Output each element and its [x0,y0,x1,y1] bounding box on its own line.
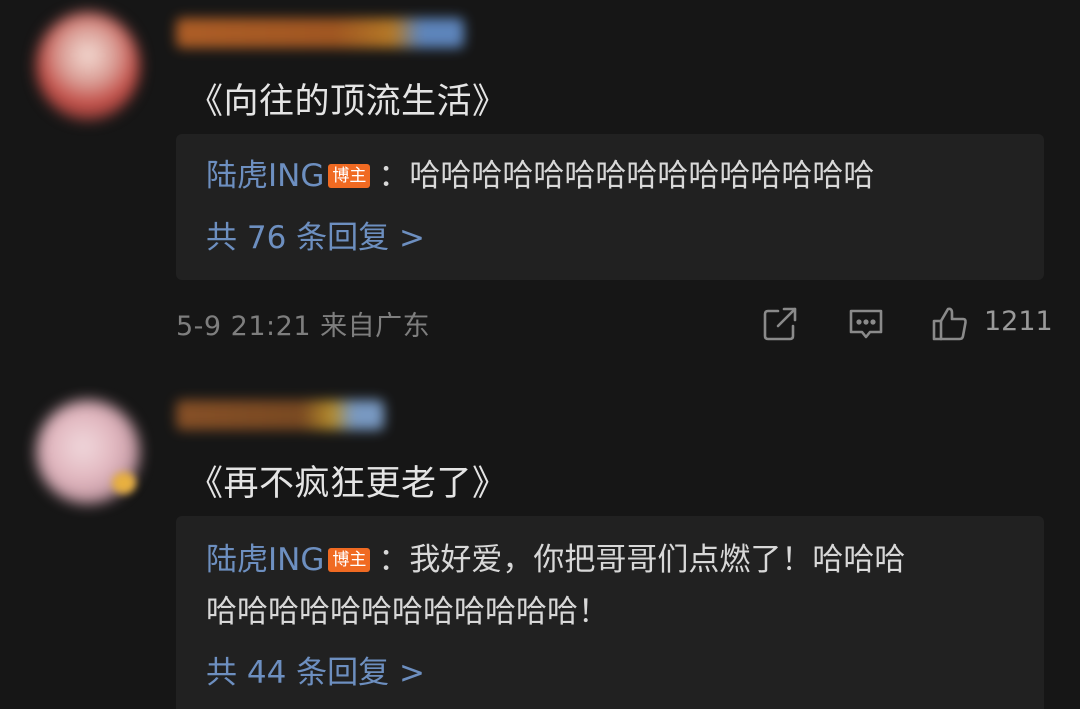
reply-text: ：哈哈哈哈哈哈哈哈哈哈哈哈哈哈哈 [378,158,875,194]
like-count: 1211 [984,306,1053,337]
reply-line: 哈哈哈哈哈哈哈哈哈哈哈哈！ [206,594,609,630]
reply-count-link[interactable]: 共 76 条回复 > [206,218,425,258]
comment-meta: 5-9 21:21 来自广东 [176,304,430,343]
blogger-badge: 博主 [328,548,371,572]
reply-author-link[interactable]: 陆虎ING [206,542,324,578]
comment-text: 《向往的顶流生活》 [188,82,508,122]
avatar-badge-icon [112,472,136,494]
username-blurred[interactable] [176,400,384,430]
reply-text: ：我好爱，你把哥哥们点燃了！哈哈哈 [378,542,906,578]
share-icon[interactable] [760,304,800,344]
comment-date: 5-9 21:21 [176,311,311,342]
username-blurred[interactable] [176,18,464,48]
comment-text: 《再不疯狂更老了》 [188,464,508,504]
reply-preview-box[interactable]: 陆虎ING 博主 ：我好爱，你把哥哥们点燃了！哈哈哈 哈哈哈哈哈哈哈哈哈哈哈哈！ 共… [176,516,1044,709]
reply-line: 陆虎ING 博主 ：我好爱，你把哥哥们点燃了！哈哈哈 [206,540,905,580]
comment-feed: 《向往的顶流生活》 陆虎ING 博主 ：哈哈哈哈哈哈哈哈哈哈哈哈哈哈哈 共 76 条… [0,0,1080,709]
comment-icon[interactable] [846,304,886,344]
reply-author-link[interactable]: 陆虎ING [206,158,324,194]
avatar[interactable] [36,12,140,120]
comment-location: 来自广东 [320,311,431,342]
blogger-badge: 博主 [328,164,371,188]
reply-count-link[interactable]: 共 44 条回复 > [206,653,425,693]
thumbs-up-icon[interactable] [930,304,970,344]
reply-preview-box[interactable]: 陆虎ING 博主 ：哈哈哈哈哈哈哈哈哈哈哈哈哈哈哈 共 76 条回复 > [176,134,1044,280]
reply-line: 陆虎ING 博主 ：哈哈哈哈哈哈哈哈哈哈哈哈哈哈哈 [206,156,874,196]
